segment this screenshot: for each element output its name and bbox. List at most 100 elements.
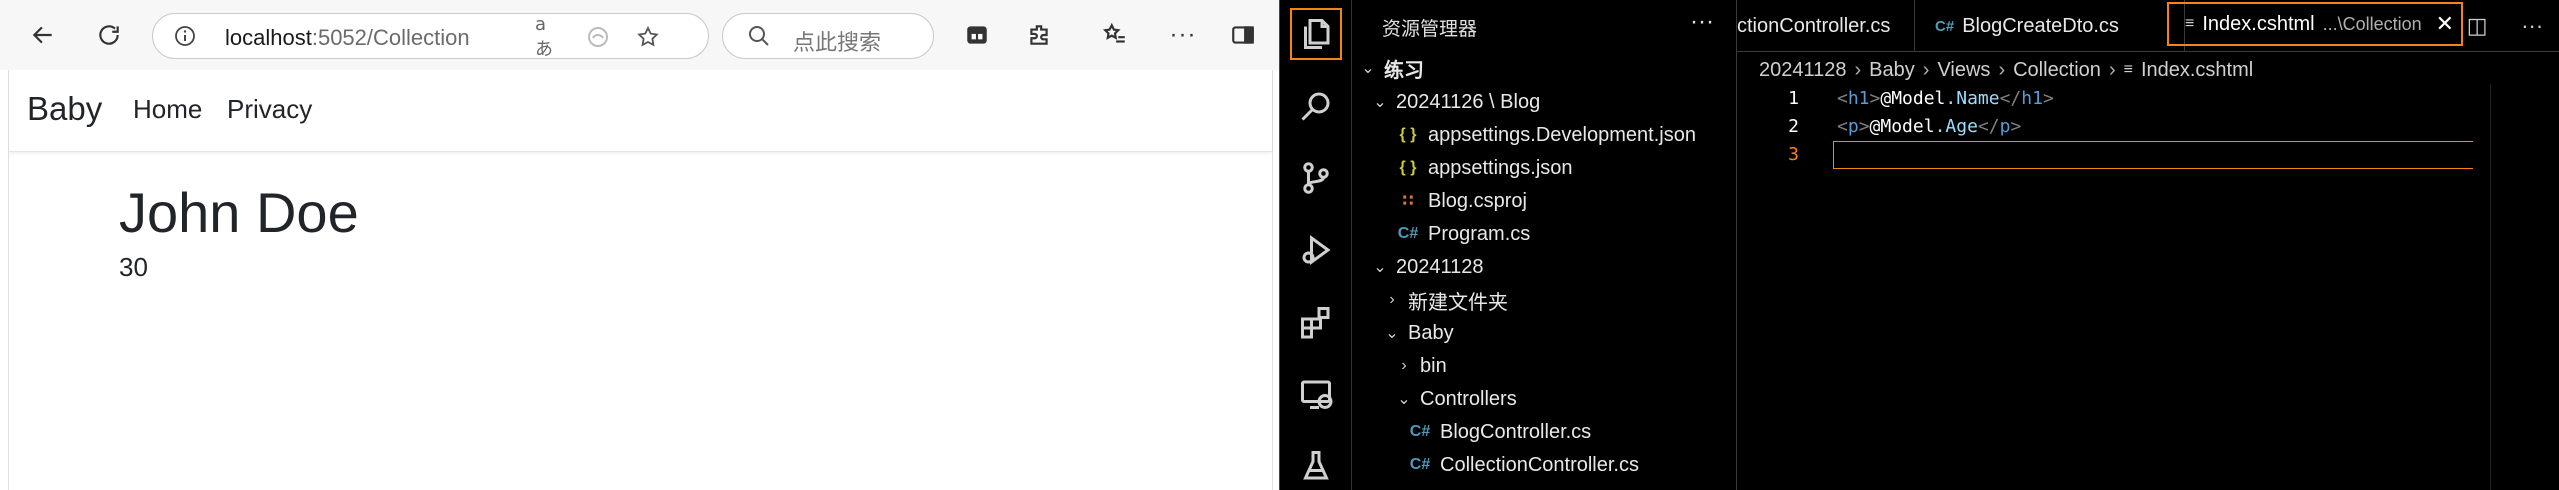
favorites-list-icon[interactable] — [1094, 14, 1136, 56]
chevron-down-icon: ⌄ — [1385, 325, 1399, 342]
minimap[interactable] — [2490, 84, 2559, 490]
address-path: :5052/Collection — [311, 25, 470, 50]
tree-item[interactable]: C# CollectionController.cs — [1406, 449, 1639, 481]
address-url[interactable]: localhost:5052/Collection — [225, 25, 470, 51]
sidebar-toggle-icon[interactable] — [1222, 14, 1264, 56]
tree-item[interactable]: ⌄ Baby — [1382, 317, 1453, 349]
tree-item-label: Blog.csproj — [1428, 189, 1527, 212]
breadcrumb-item[interactable]: Views — [1937, 59, 1990, 82]
tree-item[interactable]: C# BlogController.cs — [1406, 416, 1591, 448]
nav-link-home[interactable]: Home — [133, 94, 202, 125]
tab-blog-create-dto[interactable]: C# BlogCreateDto.cs — [1915, 0, 2185, 52]
edge-copilot-icon[interactable] — [585, 24, 611, 50]
tab-label: Index.cshtml — [2202, 12, 2315, 35]
tree-item-label: Controllers — [1420, 387, 1517, 410]
address-host: localhost — [225, 25, 312, 50]
tree-item[interactable]: C# Program.cs — [1394, 218, 1530, 250]
rss-file-icon: ∷ — [1402, 193, 1414, 210]
breadcrumb: 20241128 › Baby › Views › Collection › ≡ Ind… — [1759, 58, 2254, 82]
code-editor[interactable]: 1 <h1>@Model.Name</h1> 2 <p>@Model.Age</… — [1737, 84, 2559, 490]
split-editor-icon[interactable]: ◫ — [2467, 13, 2488, 39]
web-page: Baby Home Privacy John Doe 30 — [8, 70, 1273, 490]
search-icon[interactable] — [1290, 80, 1342, 132]
editor-actions: ◫ ··· — [2450, 0, 2559, 52]
search-box[interactable]: 点此搜索 — [722, 13, 934, 59]
tree-item-label: appsettings.Development.json — [1428, 123, 1696, 146]
line-number: 1 — [1788, 87, 1799, 109]
tree-item[interactable]: { } appsettings.json — [1394, 152, 1573, 184]
code-line[interactable]: 2 <p>@Model.Age</p> — [1737, 112, 2559, 140]
tab-index-cshtml[interactable]: ≡ Index.cshtml ...\Collection ✕ — [2167, 2, 2463, 46]
tab-label: BlogCreateDto.cs — [1962, 14, 2119, 37]
extensions-icon[interactable] — [1018, 14, 1060, 56]
sidebar-more-icon[interactable]: ··· — [1690, 8, 1714, 36]
tab-label: ctionController.cs — [1737, 14, 1891, 37]
tree-item[interactable]: ⌄ Controllers — [1394, 383, 1517, 415]
more-options-icon[interactable]: ··· — [1162, 14, 1204, 56]
chevron-down-icon: ⌄ — [1373, 94, 1387, 111]
breadcrumb-item[interactable]: 20241128 — [1759, 59, 1847, 82]
code-token: h1 — [2021, 87, 2043, 109]
model-name-heading: John Doe — [119, 181, 359, 244]
tab-description: ...\Collection — [2322, 13, 2422, 34]
chevron-right-icon: › — [1401, 357, 1407, 374]
workspace-label: 练习 — [1384, 57, 1424, 82]
site-brand-link[interactable]: Baby — [27, 90, 102, 128]
site-navbar: Baby Home Privacy — [9, 70, 1272, 152]
source-control-icon[interactable] — [1290, 152, 1342, 204]
vscode-window: 资源管理器 ··· ⌄ 练习 ⌄ 20241126 \ Blog { } appset… — [1279, 0, 2559, 490]
chevron-right-icon: › — [1389, 291, 1395, 308]
remote-explorer-icon[interactable] — [1290, 368, 1342, 420]
code-line[interactable]: 1 <h1>@Model.Name</h1> — [1737, 84, 2559, 112]
json-file-icon: { } — [1399, 159, 1417, 176]
explorer-icon[interactable] — [1290, 8, 1342, 60]
editor-area: ctionController.cs C# BlogCreateDto.cs ≡… — [1737, 0, 2559, 490]
chevron-down-icon: ⌄ — [1361, 60, 1375, 77]
browser-window: localhost:5052/Collection aあ 点此搜索 ··· Ba… — [0, 0, 1279, 490]
extensions-icon[interactable] — [1290, 296, 1342, 348]
explorer-sidebar: 资源管理器 ··· ⌄ 练习 ⌄ 20241126 \ Blog { } appset… — [1352, 0, 1737, 490]
more-actions-icon[interactable]: ··· — [2521, 13, 2543, 39]
refresh-icon[interactable] — [88, 14, 130, 56]
breadcrumb-item[interactable]: Baby — [1869, 59, 1915, 82]
tab-collection-controller[interactable]: ctionController.cs — [1737, 0, 1915, 52]
screen: localhost:5052/Collection aあ 点此搜索 ··· Ba… — [0, 0, 2559, 490]
cs-file-icon: C# — [1409, 456, 1431, 473]
json-file-icon: { } — [1399, 126, 1417, 143]
tree-item-label: bin — [1420, 354, 1447, 377]
tab-actions-icon[interactable] — [956, 14, 998, 56]
csharp-file-icon: C# — [1935, 17, 1955, 35]
tree-item[interactable]: ⌄ 20241126 \ Blog — [1370, 86, 1540, 118]
browser-toolbar: localhost:5052/Collection aあ 点此搜索 ··· — [0, 0, 1279, 70]
chevron-down-icon: ⌄ — [1397, 391, 1411, 408]
razor-file-icon: ≡ — [2185, 15, 2195, 32]
editor-tabs: ctionController.cs C# BlogCreateDto.cs ≡… — [1737, 0, 2559, 52]
code-token: @Model — [1869, 115, 1935, 137]
tree-item[interactable]: ∷ Blog.csproj — [1394, 185, 1527, 217]
tree-item[interactable]: { } appsettings.Development.json — [1394, 119, 1696, 151]
favorite-star-icon[interactable] — [635, 24, 661, 50]
line-number: 3 — [1788, 143, 1799, 165]
code-token: .Name — [1945, 87, 2000, 109]
current-line-highlight — [1833, 141, 2473, 169]
tree-item[interactable]: ⌄ 20241128 — [1370, 251, 1483, 283]
activity-bar — [1280, 0, 1352, 490]
address-bar[interactable]: localhost:5052/Collection aあ — [152, 13, 709, 60]
code-token: p — [1999, 115, 2011, 137]
back-arrow-icon[interactable] — [22, 14, 64, 56]
workspace-section[interactable]: ⌄ 练习 — [1358, 52, 1424, 84]
breadcrumb-item[interactable]: Collection — [2013, 59, 2101, 82]
site-info-icon[interactable] — [173, 24, 197, 48]
code-token: p — [1847, 115, 1859, 137]
tree-item-label: CollectionController.cs — [1440, 453, 1639, 476]
tree-item[interactable]: › bin — [1394, 350, 1447, 382]
tree-item-label: 新建文件夹 — [1408, 289, 1508, 314]
read-aloud-icon[interactable]: aあ — [535, 14, 561, 60]
tree-item-label: 20241126 \ Blog — [1396, 90, 1541, 113]
run-debug-icon[interactable] — [1290, 224, 1342, 276]
nav-link-privacy[interactable]: Privacy — [227, 94, 312, 125]
testing-flask-icon[interactable] — [1290, 440, 1342, 490]
tree-item[interactable]: › 新建文件夹 — [1382, 284, 1508, 316]
razor-file-icon: ≡ — [2123, 61, 2133, 78]
breadcrumb-item[interactable]: Index.cshtml — [2141, 59, 2253, 82]
